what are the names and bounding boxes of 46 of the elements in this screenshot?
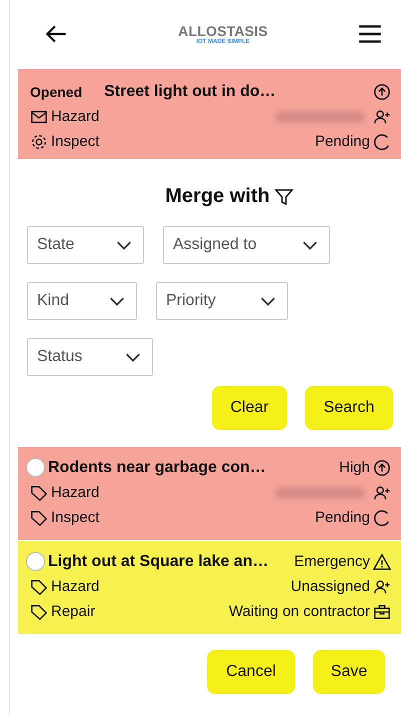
- radio-button[interactable]: [26, 458, 45, 477]
- issue-category: Hazard: [51, 484, 100, 501]
- gear-icon: [30, 132, 48, 150]
- radio-button[interactable]: [26, 552, 45, 571]
- issue-type: Inspect: [51, 509, 100, 526]
- issue-status: Waiting on contractor: [228, 603, 370, 620]
- issue-title: Street light out in do…: [103, 82, 277, 100]
- person-add-icon: [373, 108, 391, 126]
- issue-title: Light out at Square lake an…: [48, 552, 268, 570]
- merge-heading: Merge with: [165, 185, 270, 208]
- filter-dropdown[interactable]: Kind: [27, 282, 137, 320]
- issue-card[interactable]: Rodents near garbage con… High Hazard Inspect Pending: [18, 447, 401, 540]
- tag-icon: [30, 508, 48, 526]
- person-add-icon: [373, 484, 391, 502]
- issue-state: Opened: [30, 84, 82, 100]
- arrow-up-circle-icon: [373, 82, 391, 100]
- issue-priority: Emergency: [294, 553, 370, 570]
- tag-icon: [30, 602, 48, 620]
- issue-card[interactable]: Light out at Square lake an… Emergency Hazard Unassigned Repair Waiting on contractor: [18, 541, 401, 634]
- person-add-icon: [373, 578, 391, 596]
- filter-action-button[interactable]: Search: [305, 386, 393, 430]
- briefcase-icon: [373, 602, 391, 620]
- issue-category: Hazard: [51, 108, 100, 125]
- filter-icon[interactable]: [274, 186, 294, 206]
- issue-type: Inspect: [51, 133, 100, 150]
- dialog-action-button[interactable]: Cancel: [207, 650, 295, 694]
- warning-icon: [373, 552, 391, 570]
- filter-action-button[interactable]: Clear: [212, 386, 287, 430]
- issue-type: Repair: [51, 603, 96, 620]
- loading-icon: [373, 132, 391, 150]
- loading-icon: [373, 508, 391, 526]
- tag-icon: [30, 484, 48, 502]
- tag-icon: [30, 578, 48, 596]
- filter-dropdown[interactable]: Status: [27, 338, 153, 376]
- issue-assignee: Unassigned: [290, 578, 370, 595]
- logo-text: ALLOSTASIS: [178, 23, 268, 39]
- filter-dropdown[interactable]: Priority: [156, 282, 288, 320]
- issue-title: Rodents near garbage con…: [48, 458, 266, 476]
- issue-status: Pending: [314, 509, 370, 526]
- dialog-action-button[interactable]: Save: [313, 650, 385, 694]
- arrow-up-circle-icon: [373, 458, 391, 476]
- filter-dropdown[interactable]: Assigned to: [163, 226, 330, 264]
- issue-priority: High: [339, 459, 370, 476]
- issue-status: Pending: [314, 133, 370, 150]
- filter-dropdown[interactable]: State: [27, 226, 144, 264]
- issue-category: Hazard: [51, 578, 100, 595]
